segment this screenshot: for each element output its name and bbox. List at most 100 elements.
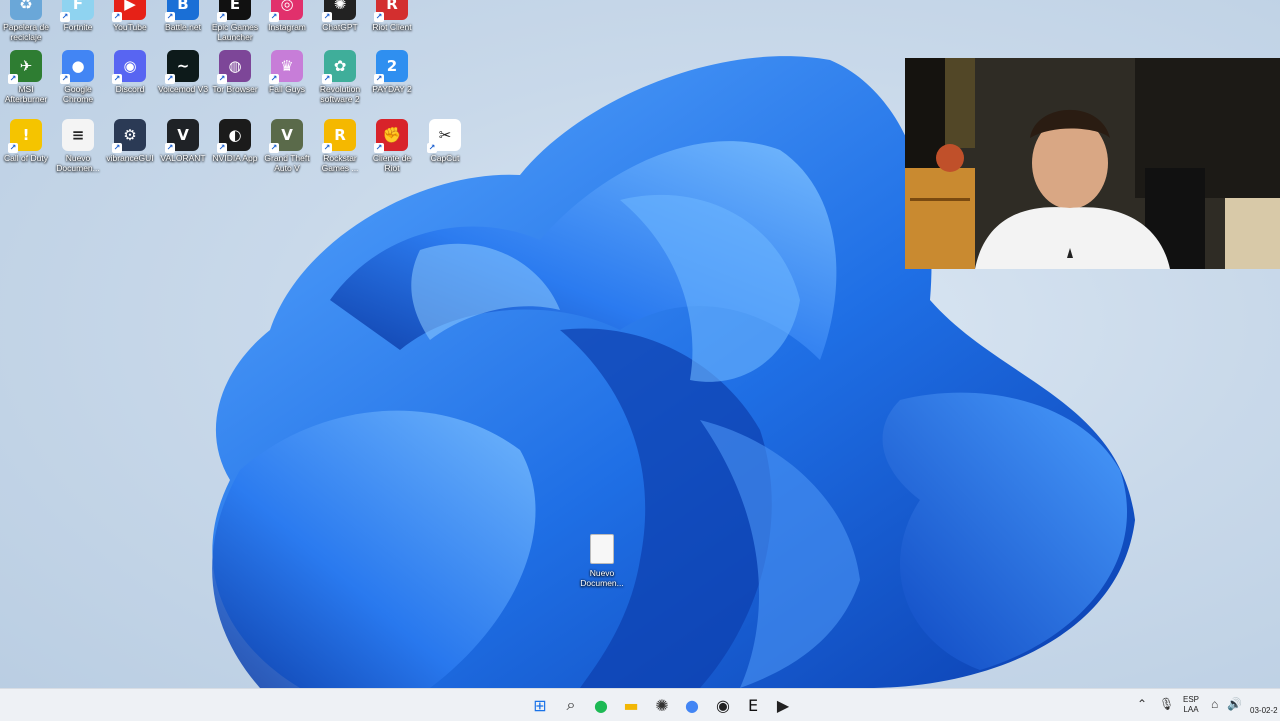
shortcut-arrow-icon: ↗ <box>374 12 384 22</box>
desktop-shortcut-text-document[interactable]: ≡ Nuevo Documen... <box>51 119 105 173</box>
clock-date: 03-02-2 <box>1250 706 1278 715</box>
desktop-shortcut-revolution-software[interactable]: ✿ ↗ Revolution software 2 <box>313 50 367 104</box>
desktop-shortcut-label: YouTube <box>113 22 147 32</box>
desktop-shortcut-battlenet[interactable]: B ↗ Battle.net <box>156 0 210 32</box>
network-icon[interactable]: ⌂ <box>1211 697 1218 711</box>
epic-taskbar-icon[interactable]: E <box>741 693 765 717</box>
fall-guys-icon: ♛ ↗ <box>269 50 303 84</box>
start-glyph: ⊞ <box>533 695 547 715</box>
language-code: ESP <box>1183 695 1200 704</box>
desktop-shortcut-label: Voicemod V3 <box>157 84 209 94</box>
shortcut-arrow-icon: ↗ <box>374 143 384 153</box>
shortcut-arrow-icon: ↗ <box>112 143 122 153</box>
desktop-shortcut-voicemod[interactable]: ~ ↗ Voicemod V3 <box>156 50 210 94</box>
recycle-bin-icon: ♻ <box>10 0 42 20</box>
webcam-overlay <box>905 58 1280 269</box>
desktop-shortcut-instagram[interactable]: ◎ ↗ Instagram <box>260 0 314 32</box>
desktop-shortcut-msi-afterburner[interactable]: ✈ ↗ MSI Afterburner <box>0 50 53 104</box>
text-document-icon: ≡ <box>62 119 94 151</box>
desktop-shortcut-label: CapCut <box>430 153 460 163</box>
spotify-icon[interactable]: ● <box>589 693 613 717</box>
riot-client-es-icon: ✊ ↗ <box>374 119 408 153</box>
instagram-icon: ◎ ↗ <box>269 0 303 22</box>
desktop-shortcut-label: Fall Guys <box>269 84 305 94</box>
desktop-shortcut-riot-client[interactable]: R ↗ Riot Client <box>365 0 419 32</box>
shortcut-arrow-icon: ↗ <box>165 143 175 153</box>
desktop-shortcut-label: ChatGPT <box>322 22 358 32</box>
desktop-shortcut-payday2[interactable]: 2 ↗ PAYDAY 2 <box>365 50 419 94</box>
shortcut-arrow-icon: ↗ <box>269 143 279 153</box>
desktop-shortcut-chatgpt[interactable]: ✺ ↗ ChatGPT <box>313 0 367 32</box>
desktop-shortcut-label: PAYDAY 2 <box>372 84 412 94</box>
media-player-icon[interactable]: ▶ <box>771 693 795 717</box>
clock[interactable]: 03-02-2 <box>1250 694 1278 716</box>
desktop-shortcut-gta5[interactable]: V ↗ Grand Theft Auto V <box>260 119 314 173</box>
desktop-shortcut-valorant[interactable]: V ↗ VALORANT <box>156 119 210 163</box>
epic-games-icon: E ↗ <box>217 0 251 22</box>
desktop-shortcut-discord[interactable]: ◉ ↗ Discord <box>103 50 157 94</box>
voicemod-icon: ~ ↗ <box>165 50 199 84</box>
shortcut-arrow-icon: ↗ <box>269 74 279 84</box>
desktop-shortcut-label: Instagram <box>268 22 306 32</box>
chatgpt-taskbar-icon[interactable]: ✺ <box>650 693 674 717</box>
desktop-shortcut-youtube[interactable]: ▶ ↗ YouTube <box>103 0 157 32</box>
desktop-shortcut-fortnite[interactable]: F ↗ Fortnite <box>51 0 105 32</box>
language-indicator[interactable]: ESP LAA <box>1183 695 1199 715</box>
obs-icon[interactable]: ◉ <box>711 693 735 717</box>
desktop-shortcut-label: Cliente de Riot <box>372 153 412 173</box>
shortcut-arrow-icon: ↗ <box>60 12 70 22</box>
payday2-icon: 2 ↗ <box>374 50 408 84</box>
fortnite-icon: F ↗ <box>60 0 94 22</box>
battlenet-icon: B ↗ <box>165 0 199 22</box>
desktop-shortcut-nvidia-app[interactable]: ◐ ↗ NVIDIA App <box>208 119 262 163</box>
call-of-duty-icon: ! ↗ <box>8 119 42 153</box>
desktop-shortcut-rockstar-games[interactable]: R ↗ Rockstar Games ... <box>313 119 367 173</box>
desktop-shortcut-label: Revolution software 2 <box>319 84 361 104</box>
shortcut-arrow-icon: ↗ <box>8 143 18 153</box>
file-explorer-icon[interactable]: ▬ <box>619 693 643 717</box>
desktop-shortcut-capcut[interactable]: ✂ ↗ CapCut <box>418 119 472 163</box>
desktop-shortcut-epic-games[interactable]: E ↗ Epic Games Launcher <box>208 0 262 42</box>
discord-icon: ◉ ↗ <box>112 50 146 84</box>
shortcut-arrow-icon: ↗ <box>217 74 227 84</box>
desktop-shortcut-label: Tor Browser <box>212 84 258 94</box>
desktop-shortcut-label: vibranceGUI <box>106 153 154 163</box>
desktop-file-nuevo-documento[interactable]: Nuevo Documen... <box>578 534 626 588</box>
shortcut-arrow-icon: ↗ <box>217 12 227 22</box>
microphone-icon[interactable]: 🎙 <box>1159 697 1174 711</box>
desktop-shortcut-label: NVIDIA App <box>212 153 258 163</box>
desktop-shortcut-call-of-duty[interactable]: ! ↗ Call of Duty <box>0 119 53 163</box>
desktop-shortcut-label: Battle.net <box>165 22 201 32</box>
desktop-shortcut-riot-client-es[interactable]: ✊ ↗ Cliente de Riot <box>365 119 419 173</box>
desktop-shortcut-label: Fortnite <box>63 22 93 32</box>
start-icon[interactable]: ⊞ <box>528 693 552 717</box>
youtube-icon: ▶ ↗ <box>112 0 146 22</box>
chevron-up-icon[interactable]: ⌃ <box>1137 697 1147 711</box>
search-glyph: ⌕ <box>566 695 576 714</box>
desktop-shortcut-vibrancegui[interactable]: ⚙ ↗ vibranceGUI <box>103 119 157 163</box>
clock-time <box>1250 694 1278 705</box>
volume-icon[interactable]: 🔊 <box>1227 697 1242 711</box>
desktop-shortcut-recycle-bin[interactable]: ♻ Papelera de reciclaje <box>0 0 53 42</box>
desktop-shortcut-label: Discord <box>115 84 145 94</box>
gta5-icon: V ↗ <box>269 119 303 153</box>
shortcut-arrow-icon: ↗ <box>322 143 332 153</box>
desktop-shortcut-label: Grand Theft Auto V <box>264 153 310 173</box>
shortcut-arrow-icon: ↗ <box>112 12 122 22</box>
shortcut-arrow-icon: ↗ <box>165 12 175 22</box>
media-player-glyph: ▶ <box>776 695 790 715</box>
epic-taskbar-glyph: E <box>747 695 759 715</box>
shortcut-arrow-icon: ↗ <box>60 74 70 84</box>
capcut-icon: ✂ ↗ <box>427 119 461 153</box>
desktop-shortcut-fall-guys[interactable]: ♛ ↗ Fall Guys <box>260 50 314 94</box>
shortcut-arrow-icon: ↗ <box>217 143 227 153</box>
search-icon[interactable]: ⌕ <box>559 693 583 717</box>
shortcut-arrow-icon: ↗ <box>322 74 332 84</box>
chrome-taskbar-icon[interactable]: ● <box>680 693 704 717</box>
nvidia-app-icon: ◐ ↗ <box>217 119 251 153</box>
desktop-shortcut-label: Rockstar Games ... <box>321 153 359 173</box>
desktop-shortcut-google-chrome[interactable]: ● ↗ Google Chrome <box>51 50 105 104</box>
rockstar-games-icon: R ↗ <box>322 119 356 153</box>
desktop-shortcut-label: Google Chrome <box>62 84 94 104</box>
desktop-shortcut-tor-browser[interactable]: ◍ ↗ Tor Browser <box>208 50 262 94</box>
